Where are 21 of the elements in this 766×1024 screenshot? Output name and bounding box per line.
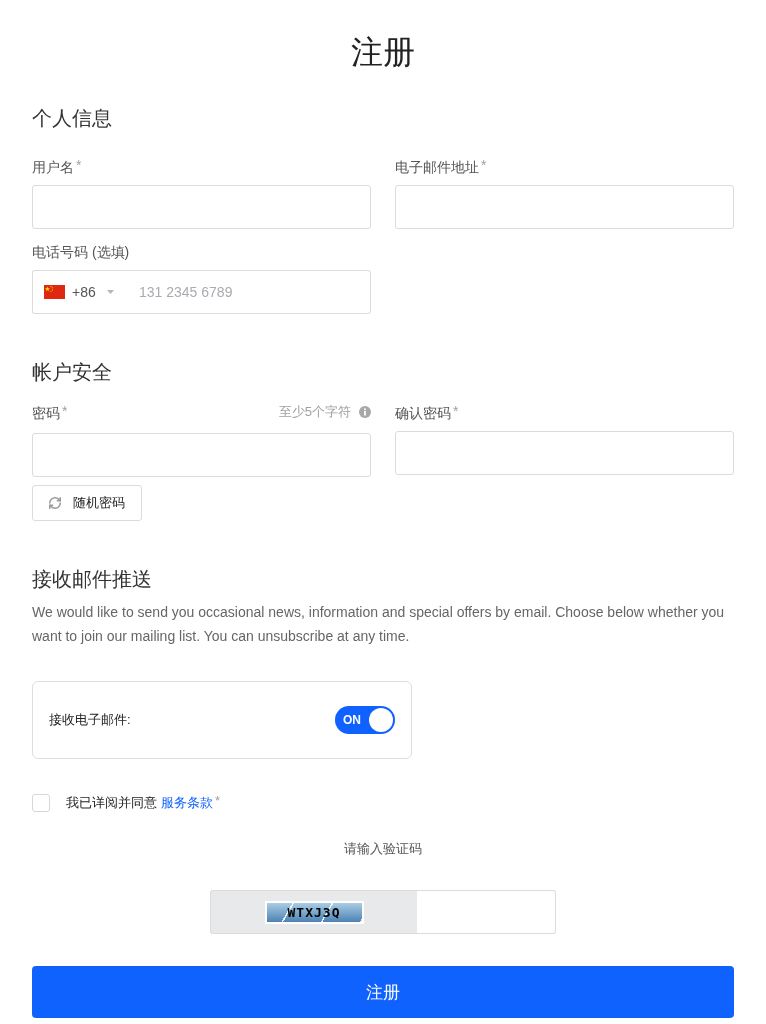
section-heading: 接收邮件推送 <box>32 567 152 592</box>
register-button[interactable]: 注册 <box>32 966 734 1018</box>
password-input[interactable] <box>32 433 371 477</box>
refresh-icon <box>48 496 62 510</box>
page-title: 注册 <box>351 33 415 72</box>
toggle-switch[interactable]: ON <box>335 706 395 734</box>
random-password-button[interactable]: 随机密码 <box>32 485 142 521</box>
section-heading: 个人信息 <box>32 106 112 131</box>
hint-text: 至少5个字符 <box>278 403 351 421</box>
terms-link[interactable]: 服务条款 <box>161 795 213 810</box>
captcha-prompt: 请输入验证码 <box>344 840 422 858</box>
terms-checkbox[interactable] <box>32 793 50 812</box>
confirm-password-input[interactable] <box>395 431 734 475</box>
toggle-label: 接收电子邮件: <box>49 711 131 729</box>
description-text: We would like to send you occasional news, information and special offers by email. Choose below whether you want to join our mailing list. You can unsubscribe at any time. <box>32 603 726 646</box>
email-input[interactable] <box>395 185 734 229</box>
info-icon <box>359 406 371 418</box>
field-label: 电话号码 (选填) <box>32 243 130 262</box>
username-input[interactable] <box>32 185 371 229</box>
toggle-knob <box>369 708 393 732</box>
section-heading: 帐户安全 <box>32 360 112 385</box>
